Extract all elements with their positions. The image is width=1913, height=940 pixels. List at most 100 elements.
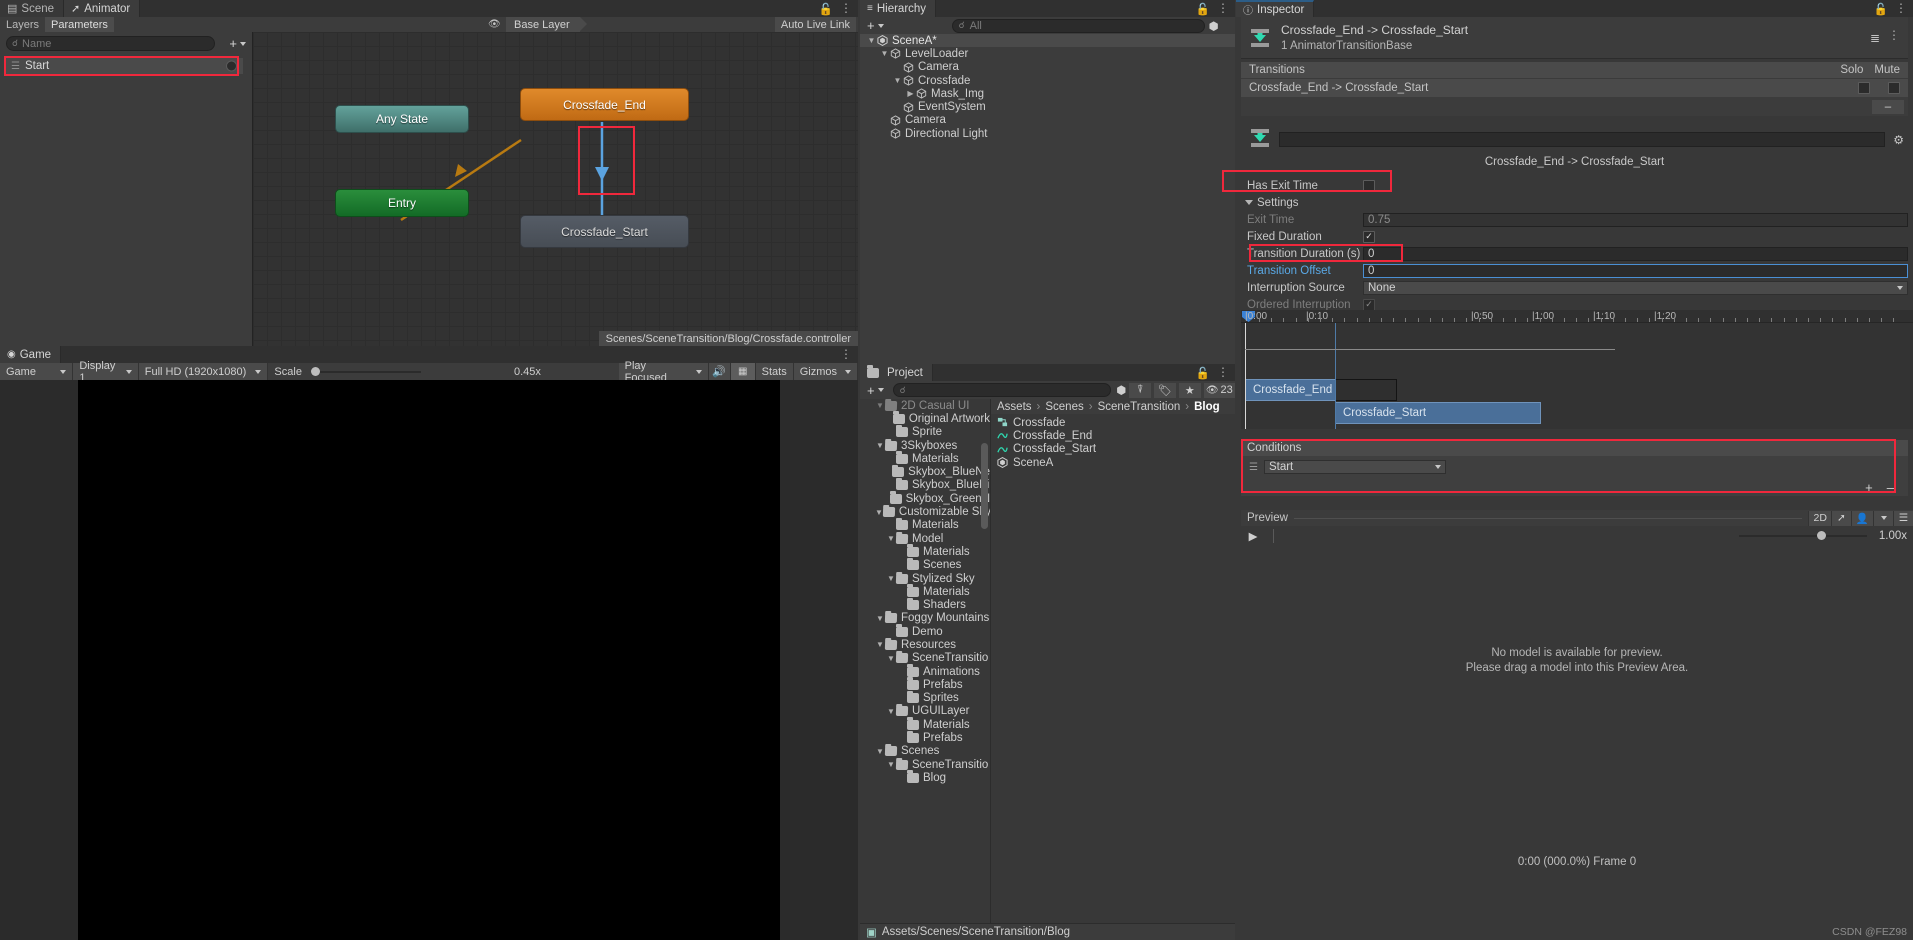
project-folder-model[interactable]: ▼ Model [860,532,990,545]
field-input[interactable]: 0.75 [1363,212,1908,227]
parameter-row-start[interactable]: ☰ Start [5,58,243,74]
project-folder-customizablesky[interactable]: ▼ Customizable Sky [860,505,990,518]
project-folder-blog[interactable]: Blog [860,770,990,784]
animator-state-graph[interactable]: Any State Entry Crossfade_End Crossfade_… [253,32,858,346]
project-folder-demo[interactable]: Demo [860,624,990,638]
project-folder-shaders[interactable]: Shaders [860,597,990,611]
tab-scene[interactable]: ▤ Scene [0,0,65,17]
solo-checkbox[interactable] [1858,82,1870,94]
breadcrumb-item[interactable]: Assets [997,401,1032,413]
inspector-menu-icon[interactable]: ⋮ [1895,2,1907,14]
play-focused-dropdown[interactable]: Play Focused [618,360,709,384]
project-folder-prefabs[interactable]: Prefabs [860,730,990,744]
expand-icon[interactable]: ⬢ [1116,383,1126,397]
gizmos-button[interactable]: Gizmos [793,363,858,380]
transition-name-input[interactable] [1279,132,1886,147]
project-search-input[interactable]: ☌ [892,383,1112,397]
subtab-layers[interactable]: Layers [0,17,45,32]
hierarchy-item-camera[interactable]: Camera [860,114,1235,127]
add-parameter-button[interactable]: + [229,36,246,51]
field-checkbox[interactable]: ✓ [1363,230,1375,243]
chevron-down-icon[interactable]: ▼ [875,640,885,649]
display-dropdown[interactable]: Display 1 [73,360,139,384]
chevron-down-icon[interactable]: ▼ [875,508,883,517]
chevron-down-icon[interactable]: ▼ [879,49,890,58]
project-folder-uguilayer[interactable]: ▼ UGUILayer [860,705,990,718]
project-folder-materials[interactable]: Materials [860,584,990,598]
game-view-area[interactable] [0,380,858,940]
mute-audio-button[interactable]: 🔊 [708,363,731,380]
project-asset-list[interactable]: Assets › Scenes › SceneTransition › Blog Cross… [990,399,1235,923]
timeline-clip-crossfade-start[interactable]: Crossfade_Start [1335,402,1541,424]
transition-list-item[interactable]: Crossfade_End -> Crossfade_Start [1241,78,1908,97]
add-condition-button[interactable]: + [1865,480,1873,495]
preview-empty-area[interactable]: No model is available for preview. Pleas… [1241,546,1913,776]
project-add-button[interactable]: + [860,383,884,398]
asset-item-scenea[interactable]: SceneA [991,456,1235,469]
preview-speed-slider[interactable] [1738,531,1867,540]
breadcrumb-base-layer[interactable]: Base Layer [506,17,587,32]
has-exit-time-checkbox[interactable] [1363,180,1375,192]
chevron-down-icon[interactable]: ▼ [875,614,885,623]
project-tree-scrollbar[interactable] [981,443,988,529]
project-folder-skyboxgreenn[interactable]: Skybox_GreenN [860,491,990,505]
project-folder-materials[interactable]: Materials [860,544,990,558]
project-folder-originalartwork[interactable]: Original Artwork [860,411,990,425]
settings-section-header[interactable]: Settings [1241,195,1299,210]
hierarchy-tree[interactable]: ▼ SceneA* ▼ LevelLoader Camera ▼ Crossfade ▶ Mas… [860,34,1235,364]
eye-icon[interactable]: 👁 [488,19,501,30]
asset-item-crossfade_start[interactable]: Crossfade_Start [991,443,1235,456]
preview-avatar-icon[interactable]: 👤 [1850,510,1873,526]
project-folder-foggymountains[interactable]: ▼ Foggy Mountains [860,612,990,625]
project-folder-scenetransitio[interactable]: ▼ SceneTransitio [860,652,990,665]
project-folder-sprite[interactable]: Sprite [860,424,990,439]
chevron-down-icon[interactable]: ▼ [875,401,885,410]
project-folder-scenes[interactable]: ▼ Scenes [860,745,990,758]
preview-pivot-icon[interactable]: ➚ [1830,510,1851,526]
parameter-search-input[interactable]: ☌ Name [6,36,215,51]
project-folder-resources[interactable]: ▼ Resources [860,638,990,651]
chevron-down-icon[interactable]: ▼ [875,441,885,450]
project-folder-3skyboxes[interactable]: ▼ 3Skyboxes [860,439,990,452]
gear-icon[interactable]: ⚙ [1893,133,1904,147]
condition-parameter-dropdown[interactable]: Start [1263,460,1446,474]
preset-icon[interactable]: ≣ [1870,31,1880,45]
project-folder-skyboxbluepi[interactable]: Skybox_BluePi [860,477,990,492]
tab-inspector[interactable]: ⓘ Inspector [1236,0,1315,17]
chevron-down-icon[interactable]: ▼ [886,707,896,716]
hierarchy-item-maskimg[interactable]: ▶ Mask_Img [860,87,1235,100]
trigger-dot-icon[interactable] [226,60,237,72]
chevron-down-icon[interactable]: ▼ [886,654,896,663]
mute-checkbox[interactable] [1888,82,1900,94]
tab-hierarchy[interactable]: ≡ Hierarchy [860,0,937,17]
remove-transition-button[interactable]: – [1872,99,1904,114]
tab-animator[interactable]: ➚ Animator [64,0,141,17]
field-checkbox[interactable]: ✓ [1363,298,1375,311]
preview-2d-button[interactable]: 2D [1808,510,1831,526]
project-folder-skyboxbluene[interactable]: Skybox_BlueNe [860,464,990,478]
aspect-toggle-button[interactable]: ▦ [730,363,756,380]
animator-menu-icon[interactable]: ⋮ [840,2,852,14]
hierarchy-search-input[interactable]: ☌ All [951,18,1205,33]
chevron-down-icon[interactable]: ▼ [886,760,896,769]
project-folder-sprites[interactable]: Sprites [860,690,990,705]
filter-type-icon[interactable]: ⍒ [1129,382,1152,398]
scale-slider[interactable]: Scale 0.45x [268,363,618,380]
game-menu-icon[interactable]: ⋮ [840,348,852,360]
scale-slider-knob[interactable] [310,366,320,376]
inspector-component-menu-icon[interactable]: ⋮ [1888,29,1900,45]
tab-game[interactable]: ◉ Game [0,346,62,363]
preview-speed-knob[interactable] [1816,531,1826,540]
timeline-ruler[interactable]: 0:00 0:10 0:50 1:00 1:10 1:20 [1241,310,1913,323]
project-folder-materials[interactable]: Materials [860,451,990,465]
chevron-down-icon[interactable]: ▼ [866,36,877,45]
project-folder-materials[interactable]: Materials [860,717,990,731]
condition-row[interactable]: ☰ Start [1241,456,1908,478]
resolution-dropdown[interactable]: Full HD (1920x1080) [138,363,269,380]
hierarchy-item-crossfade[interactable]: ▼ Crossfade [860,74,1235,87]
project-folder-stylizedsky[interactable]: ▼ Stylized Sky [860,572,990,585]
hierarchy-add-button[interactable]: + [860,18,884,33]
project-folder-animations[interactable]: Animations [860,664,990,678]
hierarchy-item-camera[interactable]: Camera [860,61,1235,74]
preview-options-icon[interactable]: ☰ [1893,510,1913,526]
